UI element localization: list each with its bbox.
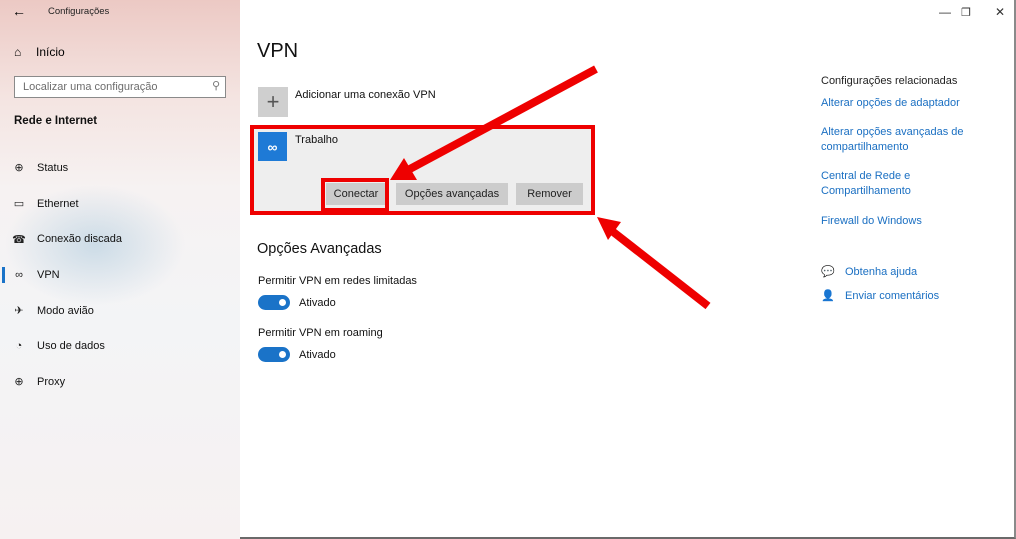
toggle-roaming[interactable] <box>258 347 290 362</box>
link-adapter-options[interactable]: Alterar opções de adaptador <box>821 96 960 111</box>
toggle-state-label: Ativado <box>299 297 336 309</box>
plus-icon: + <box>266 89 280 114</box>
toggle-metered-networks[interactable] <box>258 295 290 310</box>
vpn-connection-icon: ∞ <box>258 132 287 161</box>
sidebar-item-airplane-mode[interactable]: ✈ Modo avião <box>0 293 240 329</box>
remove-button[interactable]: Remover <box>516 183 583 205</box>
toggle-state-label: Ativado <box>299 349 336 361</box>
restore-button[interactable]: ❐ <box>951 0 981 24</box>
link-advanced-sharing[interactable]: Alterar opções avançadas de compartilham… <box>821 125 981 155</box>
add-vpn-label[interactable]: Adicionar uma conexão VPN <box>295 89 436 101</box>
sidebar-nav: ⊕ Status ▭ Ethernet ☎ Conexão discada ∞ … <box>0 150 240 400</box>
dialup-icon: ☎ <box>12 233 26 246</box>
vpn-connection-card[interactable]: ∞ Trabalho Conectar Opções avançadas Rem… <box>253 127 591 211</box>
get-help-link[interactable]: 💬 Obtenha ajuda <box>821 265 918 279</box>
option-label-roaming: Permitir VPN em roaming <box>258 327 383 339</box>
search-icon[interactable]: ⚲ <box>212 79 220 92</box>
globe-status-icon: ⊕ <box>14 162 24 175</box>
toggle-knob <box>279 299 286 306</box>
connect-button[interactable]: Conectar <box>326 183 386 205</box>
search-box[interactable]: ⚲ <box>14 76 226 98</box>
app-title: Configurações <box>48 6 110 17</box>
back-arrow-icon[interactable]: ← <box>12 3 26 19</box>
sidebar-item-ethernet[interactable]: ▭ Ethernet <box>0 186 240 222</box>
send-feedback-link[interactable]: 👤 Enviar comentários <box>821 289 940 303</box>
home-icon: ⌂ <box>14 45 22 59</box>
vpn-connection-name: Trabalho <box>295 134 339 146</box>
feedback-icon: 👤 <box>821 290 835 302</box>
sidebar-item-label: Status <box>37 161 69 174</box>
page-title: VPN <box>257 40 299 62</box>
get-help-label: Obtenha ajuda <box>845 265 918 278</box>
sidebar: ← Configurações ⌂ Início ⚲ Rede e Intern… <box>0 0 240 539</box>
sidebar-item-label: Conexão discada <box>37 233 123 246</box>
sidebar-item-dialup[interactable]: ☎ Conexão discada <box>0 221 240 257</box>
sidebar-item-label: VPN <box>37 268 60 281</box>
advanced-options-title: Opções Avançadas <box>257 241 382 257</box>
home-link[interactable]: ⌂ Início <box>14 45 65 59</box>
sidebar-item-vpn[interactable]: ∞ VPN <box>0 257 240 293</box>
data-usage-icon: ◔ <box>15 340 23 353</box>
related-settings-title: Configurações relacionadas <box>821 75 958 87</box>
toggle-knob <box>279 351 286 358</box>
add-vpn-button[interactable]: + <box>258 87 288 117</box>
section-title: Rede e Internet <box>14 115 98 127</box>
sidebar-item-label: Ethernet <box>37 197 79 210</box>
home-label: Início <box>36 45 65 59</box>
advanced-options-button[interactable]: Opções avançadas <box>396 183 508 205</box>
search-input[interactable] <box>21 80 205 94</box>
main-content: — ❐ ✕ VPN + Adicionar uma conexão VPN ∞ … <box>240 0 1016 539</box>
proxy-globe-icon: ⊕ <box>14 376 24 389</box>
active-indicator <box>2 267 5 284</box>
option-label-metered: Permitir VPN em redes limitadas <box>258 275 417 287</box>
close-button[interactable]: ✕ <box>985 0 1015 24</box>
sidebar-item-label: Uso de dados <box>37 340 105 353</box>
title-bar: ← Configurações <box>0 0 240 24</box>
ethernet-icon: ▭ <box>13 198 25 211</box>
send-feedback-label: Enviar comentários <box>845 289 940 302</box>
settings-window: ← Configurações ⌂ Início ⚲ Rede e Intern… <box>0 0 1016 539</box>
link-network-sharing-center[interactable]: Central de Rede e Compartilhamento <box>821 169 931 199</box>
sidebar-item-data-usage[interactable]: ◔ Uso de dados <box>0 328 240 364</box>
sidebar-item-label: Modo avião <box>37 304 94 317</box>
sidebar-item-status[interactable]: ⊕ Status <box>0 150 240 186</box>
vpn-icon: ∞ <box>15 268 23 281</box>
help-chat-icon: 💬 <box>821 266 835 278</box>
sidebar-item-proxy[interactable]: ⊕ Proxy <box>0 364 240 400</box>
link-windows-firewall[interactable]: Firewall do Windows <box>821 214 922 229</box>
airplane-icon: ✈ <box>14 305 24 318</box>
sidebar-item-label: Proxy <box>37 375 66 388</box>
